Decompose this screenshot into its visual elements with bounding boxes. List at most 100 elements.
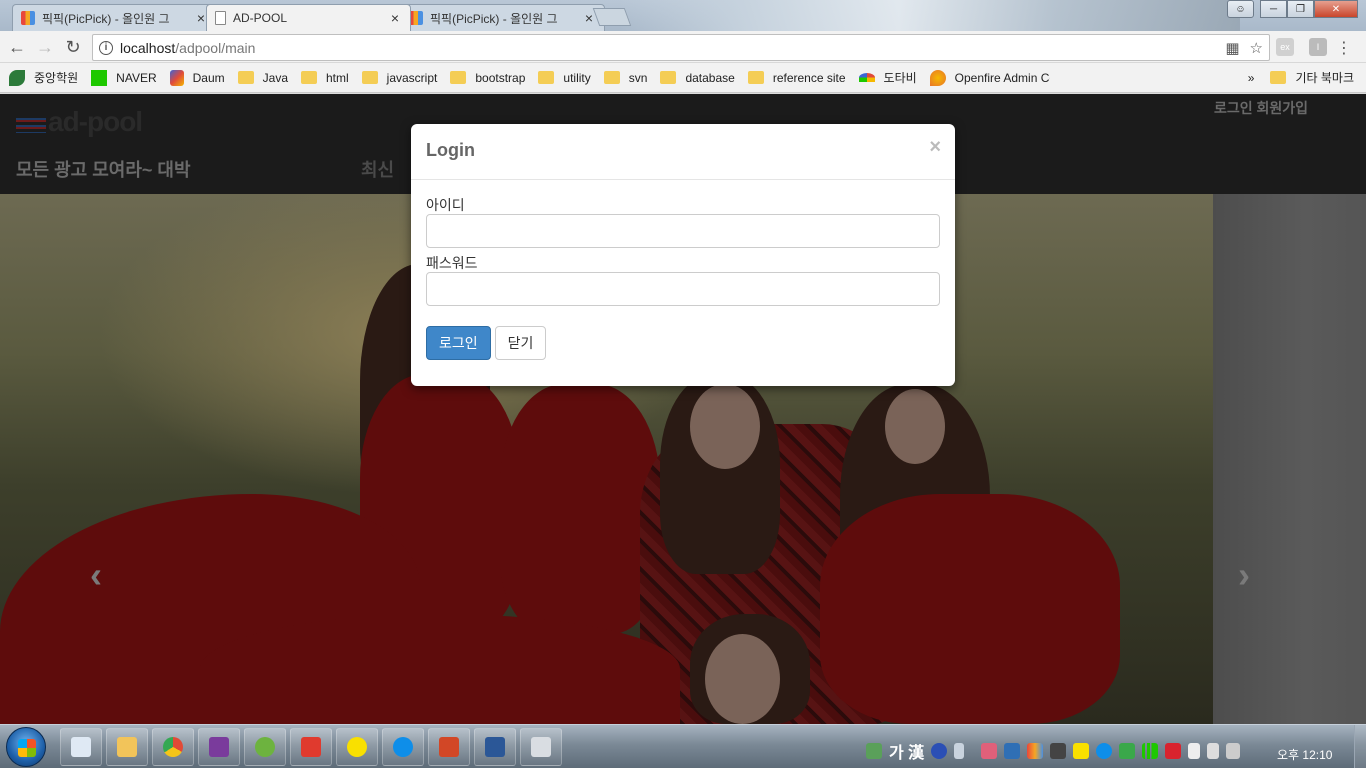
bookmarks-overflow-icon[interactable]: » (1248, 71, 1255, 85)
folder-icon (301, 71, 317, 84)
translate-icon[interactable]: ▦ (1225, 39, 1239, 57)
bookmark-label: reference site (772, 70, 846, 85)
site-slogan: 모든 광고 모여라~ 대박 (16, 160, 191, 180)
new-tab-button[interactable] (592, 8, 632, 26)
bookmark-folder[interactable]: Java (237, 70, 288, 85)
chrome-menu-icon[interactable]: ⋮ (1336, 38, 1352, 58)
carousel-prev-icon[interactable]: ‹ (90, 554, 102, 596)
tray-options-icon[interactable] (954, 743, 965, 759)
forward-arrow-icon[interactable]: → (34, 36, 56, 58)
taskbar-teamviewer[interactable] (382, 728, 424, 766)
nav-latest[interactable]: 최신 (361, 156, 394, 182)
signup-link[interactable]: 회원가입 (1256, 100, 1308, 116)
network-icon[interactable] (1207, 743, 1220, 759)
tray-app-red-icon[interactable] (1165, 743, 1182, 759)
info-icon[interactable]: i (99, 40, 113, 55)
folder-icon (237, 71, 254, 84)
bookmark-star-icon[interactable]: ☆ (1250, 39, 1263, 57)
teamviewer-tray-icon[interactable] (1096, 743, 1113, 759)
bookmark-label: Java (262, 70, 288, 85)
action-center-flag-icon[interactable] (1188, 743, 1201, 759)
site-logo[interactable]: ad-pool (16, 106, 143, 138)
desktop-background (620, 0, 1240, 31)
logo-waves-icon (16, 114, 46, 133)
taskbar-explorer[interactable] (106, 728, 148, 766)
address-bar[interactable]: i localhost/adpool/main ▦ ☆ (92, 34, 1270, 61)
signal-icon[interactable] (1142, 743, 1159, 759)
carousel-next-icon[interactable]: › (1238, 554, 1250, 596)
tab-ad-pool[interactable]: AD-POOL × (206, 4, 411, 31)
bookmark-item[interactable]: 도타비 (858, 69, 917, 86)
modal-title: Login (426, 140, 475, 160)
taskbar-clock[interactable]: 오후 12:10 (1277, 746, 1332, 763)
taskbar-word[interactable] (474, 728, 516, 766)
start-button[interactable] (6, 727, 46, 767)
kakaotalk-tray-icon[interactable] (1073, 743, 1090, 759)
login-button[interactable]: 로그인 (426, 326, 491, 360)
login-link[interactable]: 로그인 (1214, 100, 1253, 116)
bookmark-folder[interactable]: reference site (747, 70, 846, 85)
bookmark-folder[interactable]: utility (538, 71, 591, 85)
xmind-icon (301, 737, 321, 757)
taskbar-onenote[interactable] (198, 728, 240, 766)
taskbar-kakaotalk[interactable] (336, 728, 378, 766)
browser-toolbar: ← → ↻ i localhost/adpool/main ▦ ☆ ex I ⋮ (0, 31, 1366, 63)
folder-icon (660, 71, 677, 84)
taskbar-chrome[interactable] (152, 728, 194, 766)
modal-header: Login × (411, 124, 955, 180)
bookmark-folder[interactable]: html (301, 71, 349, 85)
tray-app-icon[interactable] (981, 743, 998, 759)
network-monitor-icon[interactable] (1050, 743, 1067, 759)
photo-detail (885, 389, 945, 464)
calculator-icon (531, 737, 551, 757)
taskbar-powerpoint[interactable] (428, 728, 470, 766)
ime-indicator[interactable]: 가 漢 (889, 739, 924, 763)
extension-icon[interactable]: ex (1276, 38, 1294, 56)
extension-icon[interactable]: I (1309, 38, 1327, 56)
close-button[interactable]: 닫기 (494, 326, 547, 360)
security-shield-icon[interactable] (1004, 743, 1021, 759)
bookmark-label: database (685, 70, 735, 85)
taskbar-calculator[interactable] (520, 728, 562, 766)
bookmark-folder[interactable]: bootstrap (450, 71, 525, 85)
help-icon[interactable] (931, 743, 948, 759)
taskbar-file-icon[interactable] (60, 728, 102, 766)
tab-picpick-1[interactable]: 픽픽(PicPick) - 올인원 그 × (12, 4, 217, 31)
tab-title: 픽픽(PicPick) - 올인원 그 (430, 11, 558, 26)
bookmark-folder[interactable]: svn (603, 71, 647, 85)
bookmark-item[interactable]: Daum (169, 69, 225, 86)
window-close-button[interactable]: ✕ (1314, 0, 1358, 18)
volume-muted-icon[interactable] (1226, 743, 1241, 759)
minimize-button[interactable]: ─ (1260, 0, 1287, 18)
photo-detail (705, 634, 780, 724)
bookmark-folder[interactable]: database (660, 70, 735, 85)
back-arrow-icon[interactable]: ← (6, 36, 28, 58)
photo-detail (200, 614, 680, 724)
bookmark-folder[interactable]: javascript (361, 71, 437, 85)
password-input[interactable] (426, 272, 940, 306)
tab-picpick-2[interactable]: 픽픽(PicPick) - 올인원 그 × (400, 4, 605, 31)
bookmark-item[interactable]: 중앙학원 (9, 69, 78, 86)
bookmark-item[interactable]: Openfire Admin Co (929, 69, 1050, 86)
taskbar-spring[interactable] (244, 728, 286, 766)
tab-title: 픽픽(PicPick) - 올인원 그 (42, 11, 170, 26)
modal-close-icon[interactable]: × (929, 136, 941, 159)
bookmark-item[interactable]: NAVER (91, 69, 157, 86)
tab-close-icon[interactable]: × (388, 10, 402, 26)
language-bar-icon[interactable] (866, 743, 882, 759)
photo-detail (690, 384, 760, 469)
id-input[interactable] (426, 214, 940, 248)
reload-icon[interactable]: ↻ (62, 36, 84, 58)
other-bookmarks[interactable]: 기타 북마크 (1295, 69, 1354, 86)
powerpoint-icon (439, 737, 459, 757)
profile-icon[interactable]: ☺ (1227, 0, 1254, 18)
show-desktop-button[interactable] (1354, 725, 1366, 768)
maximize-button[interactable]: ❐ (1287, 0, 1314, 18)
word-icon (485, 737, 505, 757)
picpick-tray-icon[interactable] (1027, 743, 1044, 759)
update-check-icon[interactable] (1119, 743, 1136, 759)
picpick-favicon-icon (409, 11, 423, 25)
daum-icon (169, 69, 184, 86)
folder-icon (538, 71, 555, 84)
taskbar-xmind[interactable] (290, 728, 332, 766)
